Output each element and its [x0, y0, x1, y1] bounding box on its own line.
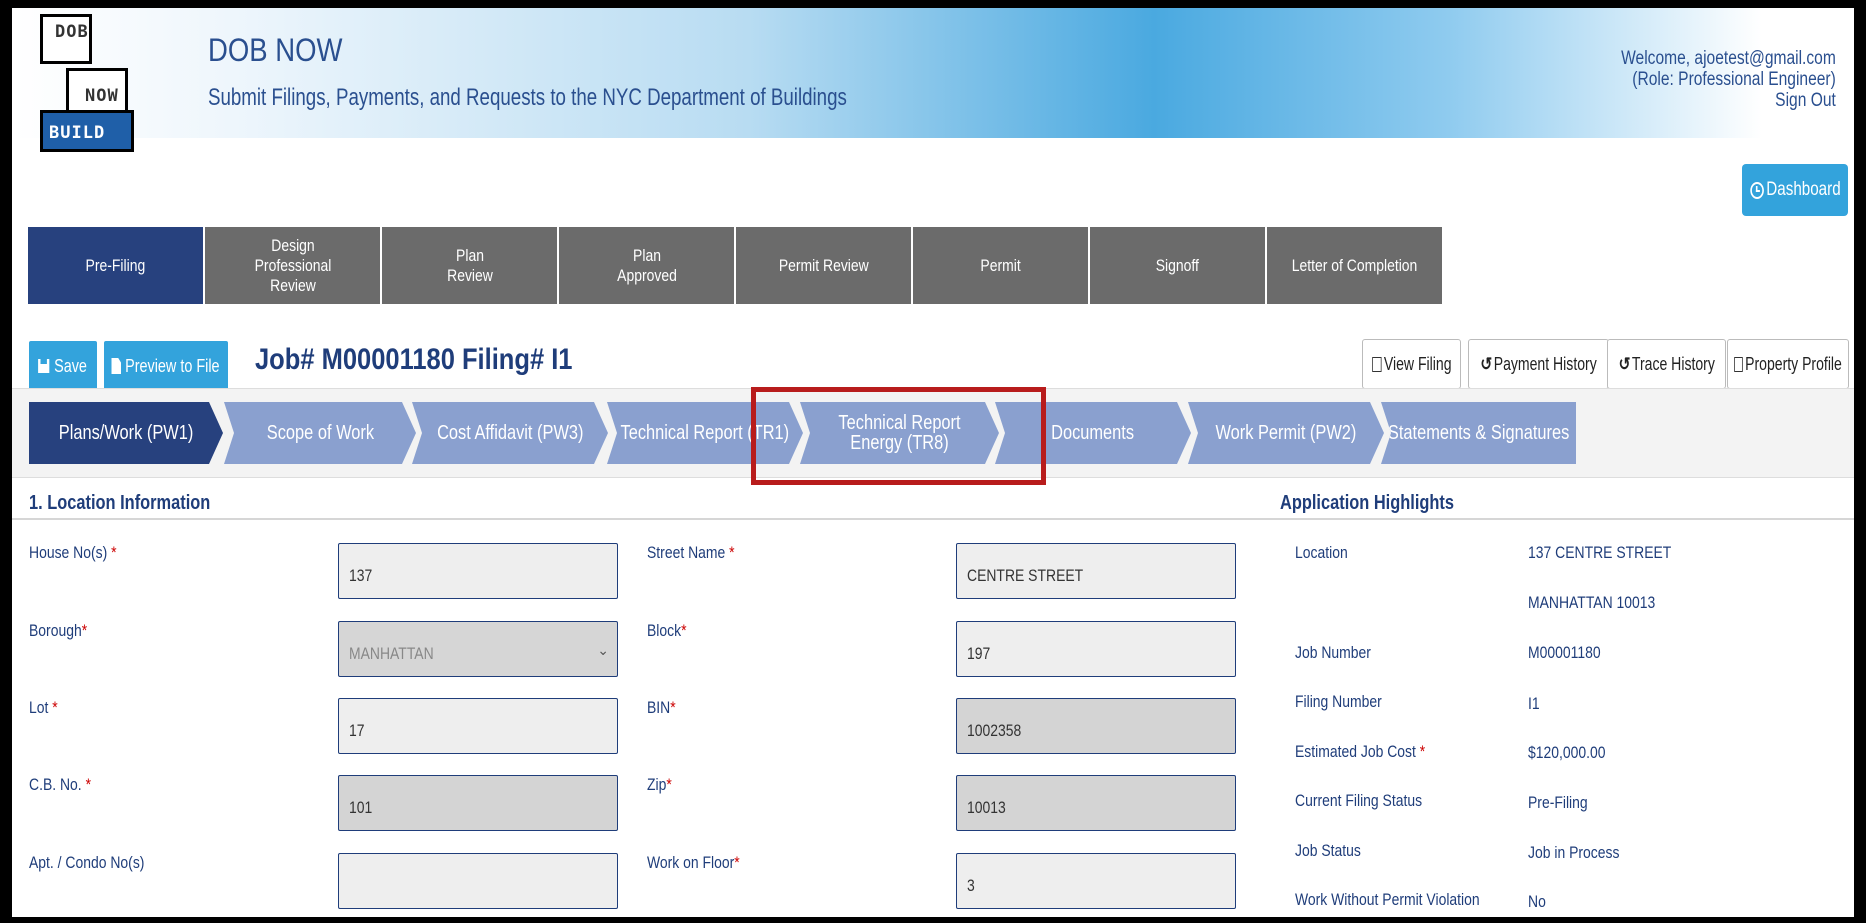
- house-no-field[interactable]: 137: [338, 543, 618, 599]
- preview-label: Preview to File: [125, 355, 221, 376]
- lot-label: Lot *: [29, 698, 58, 717]
- save-button[interactable]: Save: [29, 341, 97, 391]
- highlight-job-status-label: Job Status: [1295, 841, 1361, 860]
- stage-tab-permit-review[interactable]: Permit Review: [736, 227, 911, 304]
- dashboard-label: Dashboard: [1765, 179, 1841, 200]
- work-on-floor-field[interactable]: 3: [956, 853, 1236, 909]
- apt-condo-label: Apt. / Condo No(s): [29, 853, 145, 872]
- location-heading-divider: [12, 518, 1250, 520]
- role-text: (Role: Professional Engineer): [1632, 69, 1836, 90]
- logo-build: BUILD: [40, 110, 134, 152]
- highlight-job-number-label: Job Number: [1295, 643, 1371, 662]
- highlight-wwp-label: Work Without Permit Violation: [1295, 890, 1480, 909]
- header-banner: DOB NOW BUILD DOB NOW Submit Filings, Pa…: [12, 8, 1854, 152]
- section-tab-work-permit[interactable]: Work Permit (PW2): [1188, 402, 1384, 464]
- property-profile-label: Property Profile: [1745, 353, 1842, 374]
- save-label: Save: [54, 355, 88, 376]
- save-icon: [38, 359, 50, 373]
- stage-tab-plan-review[interactable]: Plan Review: [382, 227, 557, 304]
- borough-label: Borough*: [29, 621, 88, 640]
- stage-tab-pre-filing[interactable]: Pre-Filing: [28, 227, 203, 304]
- highlight-job-number: M00001180: [1528, 643, 1601, 662]
- stage-tab-plan-approved[interactable]: Plan Approved: [559, 227, 734, 304]
- street-name-field[interactable]: CENTRE STREET: [956, 543, 1236, 599]
- location-info-heading: 1. Location Information: [29, 492, 211, 514]
- view-filing-label: View Filing: [1383, 353, 1452, 374]
- app-root: DOB NOW BUILD DOB NOW Submit Filings, Pa…: [0, 0, 1866, 923]
- highlights-heading-divider: [1250, 518, 1854, 520]
- dashboard-icon: [1749, 181, 1764, 199]
- section-tab-scope-of-work[interactable]: Scope of Work: [224, 402, 416, 464]
- view-filing-button[interactable]: View Filing: [1362, 339, 1461, 389]
- highlight-location-label: Location: [1295, 543, 1348, 562]
- stage-tab-signoff[interactable]: Signoff: [1090, 227, 1265, 304]
- highlight-wwp: No: [1528, 892, 1546, 911]
- app-subtitle: Submit Filings, Payments, and Requests t…: [208, 84, 847, 111]
- dob-now-build-logo[interactable]: DOB NOW BUILD: [28, 14, 138, 154]
- app-title: DOB NOW: [208, 32, 343, 68]
- highlight-location-line2: MANHATTAN 10013: [1528, 593, 1656, 612]
- highlight-status: Pre-Filing: [1528, 793, 1588, 812]
- highlight-location-line1: 137 CENTRE STREET: [1528, 543, 1672, 562]
- welcome-text: Welcome, ajoetest@gmail.com: [1621, 48, 1836, 69]
- trace-history-button[interactable]: ↺Trace History: [1607, 339, 1726, 389]
- zip-label: Zip*: [647, 775, 672, 794]
- borough-select[interactable]: MANHATTAN ⌄: [338, 621, 618, 677]
- history-icon: ↺: [1480, 353, 1493, 374]
- chevron-down-icon: ⌄: [597, 642, 609, 658]
- highlight-annotation-box: [751, 387, 1046, 485]
- zip-field[interactable]: 10013: [956, 775, 1236, 831]
- lot-field[interactable]: 17: [338, 698, 618, 754]
- dashboard-button[interactable]: Dashboard: [1742, 164, 1848, 216]
- cb-no-label: C.B. No. *: [29, 775, 91, 794]
- street-name-label: Street Name *: [647, 543, 735, 562]
- bin-label: BIN*: [647, 698, 676, 717]
- highlight-job-status: Job in Process: [1528, 843, 1620, 862]
- cb-no-field[interactable]: 101: [338, 775, 618, 831]
- sign-out-link[interactable]: Sign Out: [1621, 90, 1836, 111]
- section-tab-cost-affidavit[interactable]: Cost Affidavit (PW3): [412, 402, 608, 464]
- stage-tabs: Pre-Filing Design Professional Review Pl…: [28, 227, 1444, 304]
- stage-tab-letter-of-completion[interactable]: Letter of Completion: [1267, 227, 1442, 304]
- highlight-status-label: Current Filing Status: [1295, 791, 1423, 810]
- block-label: Block*: [647, 621, 687, 640]
- section-tab-statements-signatures[interactable]: Statements & Signatures: [1381, 402, 1576, 464]
- apt-condo-field[interactable]: [338, 853, 618, 909]
- work-on-floor-label: Work on Floor*: [647, 853, 740, 872]
- highlight-est-cost: $120,000.00: [1528, 743, 1606, 762]
- logo-dob: DOB: [40, 14, 92, 64]
- preview-to-file-button[interactable]: Preview to File: [104, 341, 228, 391]
- house-no-label: House No(s) *: [29, 543, 117, 562]
- stage-tab-permit[interactable]: Permit: [913, 227, 1088, 304]
- block-field[interactable]: 197: [956, 621, 1236, 677]
- highlight-filing-number-label: Filing Number: [1295, 692, 1382, 711]
- stage-tab-design-professional-review[interactable]: Design Professional Review: [205, 227, 380, 304]
- highlight-filing-number: I1: [1528, 694, 1540, 713]
- job-filing-title: Job# M00001180 Filing# I1: [255, 343, 573, 376]
- file-icon: [111, 358, 122, 374]
- section-tab-plans-work[interactable]: Plans/Work (PW1): [29, 402, 223, 464]
- payment-history-button[interactable]: ↺Payment History: [1468, 339, 1609, 389]
- highlight-est-cost-label: Estimated Job Cost *: [1295, 742, 1426, 761]
- application-highlights-heading: Application Highlights: [1280, 492, 1455, 514]
- user-info: Welcome, ajoetest@gmail.com (Role: Profe…: [1621, 48, 1836, 111]
- payment-history-label: Payment History: [1493, 353, 1597, 374]
- bin-field[interactable]: 1002358: [956, 698, 1236, 754]
- property-profile-button[interactable]: Property Profile: [1727, 339, 1849, 389]
- trace-icon: ↺: [1618, 353, 1631, 374]
- trace-history-label: Trace History: [1631, 353, 1715, 374]
- pdf-icon: [1371, 356, 1382, 372]
- document-icon: [1734, 356, 1743, 372]
